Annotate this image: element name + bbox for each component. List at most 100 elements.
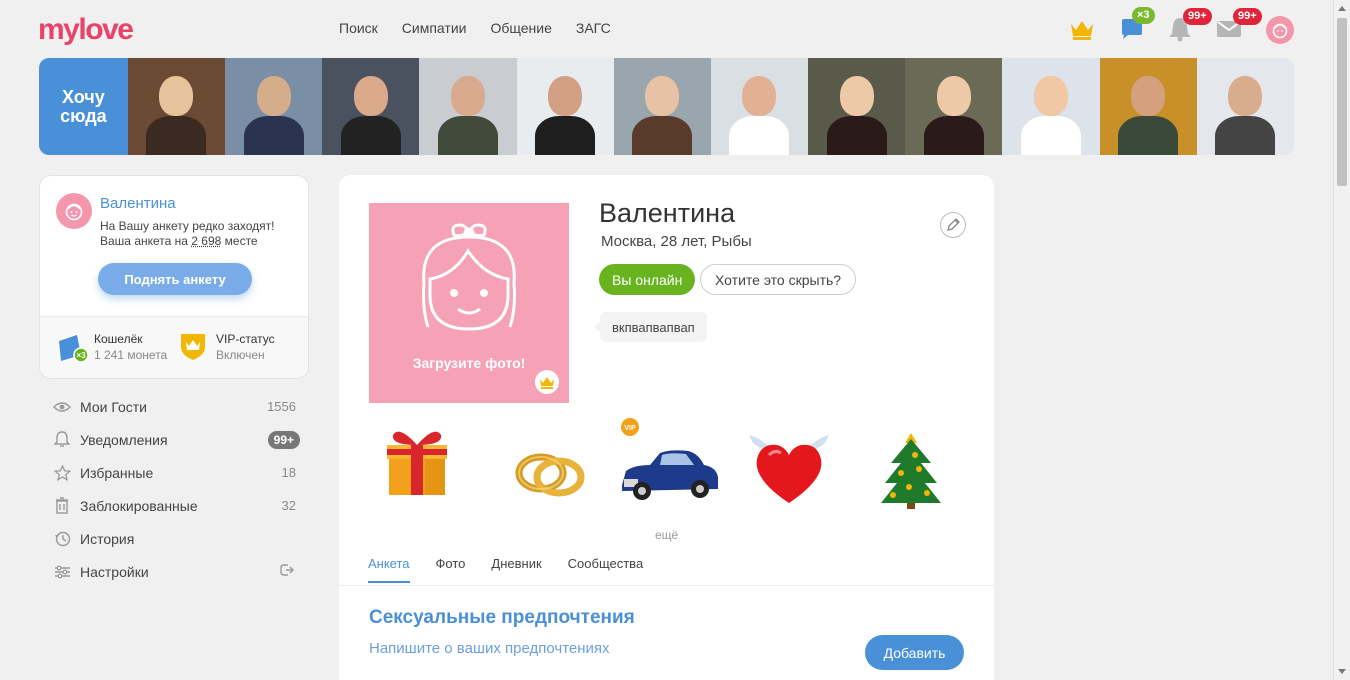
tab-profile[interactable]: Анкета — [368, 556, 410, 583]
nav-chat[interactable]: Общение — [490, 20, 551, 36]
strip-user-photo[interactable] — [710, 58, 809, 155]
gift-box-icon[interactable] — [369, 415, 469, 515]
strip-user-photo[interactable] — [322, 58, 420, 155]
vip-shield-icon[interactable] — [178, 331, 208, 361]
strip-user-photo[interactable] — [905, 58, 1003, 155]
tab-communities[interactable]: Сообщества — [568, 556, 644, 583]
vip-title[interactable]: VIP-статус — [216, 332, 275, 346]
notifications-badge: 99+ — [1183, 8, 1212, 25]
photo-body — [923, 116, 984, 155]
photo-head — [645, 76, 680, 116]
scrollbar-thumb[interactable] — [1337, 18, 1347, 186]
edit-profile-button[interactable] — [940, 212, 966, 238]
bell-icon[interactable]: 99+ — [1165, 8, 1212, 44]
tab-photos[interactable]: Фото — [436, 556, 466, 583]
car-icon[interactable]: VIP — [614, 415, 718, 515]
menu-item-guests[interactable]: Мои Гости 1556 — [50, 390, 302, 423]
strip-user-photo[interactable] — [1196, 58, 1294, 155]
photo-head — [742, 76, 777, 116]
eye-icon — [52, 397, 72, 417]
photo-body — [1021, 116, 1082, 155]
nav-registry[interactable]: ЗАГС — [576, 20, 611, 36]
menu-item-label: Уведомления — [80, 431, 168, 448]
menu-item-blocked[interactable]: Заблокированные 32 — [50, 489, 302, 522]
wallet-title[interactable]: Кошелёк — [94, 332, 143, 346]
wallet-balance: 1 241 монета — [94, 348, 168, 362]
profile-visibility-message: На Вашу анкету редко заходят! Ваша анкет… — [100, 219, 300, 249]
divider — [40, 316, 308, 317]
winged-heart-icon[interactable] — [739, 415, 839, 515]
photo-head — [1228, 76, 1263, 116]
menu-item-settings[interactable]: Настройки — [50, 555, 302, 588]
menu-item-history[interactable]: История — [50, 522, 302, 555]
crown-icon[interactable] — [1067, 14, 1097, 44]
vip-status: Включен — [216, 348, 265, 362]
section-hint[interactable]: Напишите о ваших предпочтениях — [369, 640, 610, 657]
profile-tabs: Анкета Фото Дневник Сообщества — [368, 556, 643, 583]
photo-head — [450, 76, 485, 116]
strip-user-photo[interactable] — [1099, 58, 1197, 155]
menu-item-count: 32 — [281, 498, 296, 513]
scroll-up-icon[interactable] — [1338, 6, 1346, 11]
more-gifts-link[interactable]: ещё — [655, 528, 678, 542]
menu-item-favorites[interactable]: Избранные 18 — [50, 456, 302, 489]
profile-name-link[interactable]: Валентина — [100, 195, 176, 212]
star-icon — [52, 463, 72, 483]
strip-user-photo[interactable] — [127, 58, 225, 155]
bell-icon — [52, 430, 72, 450]
svg-text:VIP: VIP — [624, 425, 636, 432]
profile-summary-card: Валентина На Вашу анкету редко заходят! … — [39, 175, 309, 379]
crown-icon — [535, 370, 559, 394]
menu-item-label: Мои Гости — [80, 398, 147, 415]
tab-diary[interactable]: Дневник — [491, 556, 541, 583]
logo[interactable]: mylove — [38, 14, 134, 46]
trash-icon — [52, 496, 72, 516]
strip-user-photo[interactable] — [224, 58, 323, 155]
menu-item-badge: 99+ — [267, 430, 300, 449]
messages-badge: 99+ — [1233, 8, 1262, 25]
settings-icon — [52, 562, 72, 582]
menu-item-label: Избранные — [80, 464, 154, 481]
christmas-tree-icon[interactable] — [861, 415, 961, 515]
nav-likes[interactable]: Симпатии — [402, 20, 467, 36]
status-message[interactable]: вкпвапвапвап — [594, 312, 707, 342]
divider — [339, 585, 994, 586]
strip-user-photo[interactable] — [1002, 58, 1100, 155]
photo-head — [839, 76, 874, 116]
want-here-button[interactable]: Хочу сюда — [39, 58, 128, 155]
online-status-button[interactable]: Вы онлайн — [599, 264, 696, 295]
photo-head — [548, 76, 583, 116]
profile-msg-line2: Ваша анкета на 2 698 месте — [100, 234, 300, 249]
user-avatar[interactable] — [1266, 16, 1294, 44]
strip-user-photo[interactable] — [613, 58, 711, 155]
hide-online-button[interactable]: Хотите это скрыть? — [700, 264, 857, 295]
photo-body — [632, 116, 693, 155]
nav-search[interactable]: Поиск — [339, 20, 378, 36]
menu-item-notifications[interactable]: Уведомления 99+ — [50, 423, 302, 456]
logout-icon[interactable] — [280, 563, 294, 581]
raise-profile-button[interactable]: Поднять анкету — [98, 263, 252, 295]
scroll-down-icon[interactable] — [1338, 669, 1346, 674]
photo-body — [437, 116, 498, 155]
mail-icon[interactable]: 99+ — [1214, 8, 1262, 44]
pencil-icon — [947, 218, 960, 231]
profile-avatar[interactable] — [56, 193, 92, 229]
wedding-rings-icon[interactable] — [499, 415, 599, 515]
strip-user-photo[interactable] — [808, 58, 906, 155]
girl-avatar-icon — [422, 223, 516, 331]
upload-photo-area[interactable]: Загрузите фото! — [369, 203, 569, 403]
strip-user-photo[interactable] — [419, 58, 517, 155]
page-scrollbar[interactable] — [1333, 0, 1350, 680]
strip-user-photo[interactable] — [516, 58, 614, 155]
wallet-icon[interactable]: ×3 — [57, 333, 89, 363]
chat-badge: ×3 — [1132, 7, 1155, 24]
profile-msg-prefix: Ваша анкета на — [100, 234, 192, 248]
profile-main-card: Загрузите фото! Валентина Москва, 28 лет… — [339, 175, 994, 680]
add-preferences-button[interactable]: Добавить — [865, 635, 964, 670]
chat-icon[interactable]: ×3 — [1117, 7, 1155, 44]
profile-msg-line1: На Вашу анкету редко заходят! — [100, 219, 275, 233]
menu-item-label: Настройки — [80, 563, 149, 580]
section-title: Сексуальные предпочтения — [369, 607, 635, 628]
profile-info: Москва, 28 лет, Рыбы — [601, 233, 752, 250]
profile-msg-suffix: месте — [221, 234, 258, 248]
